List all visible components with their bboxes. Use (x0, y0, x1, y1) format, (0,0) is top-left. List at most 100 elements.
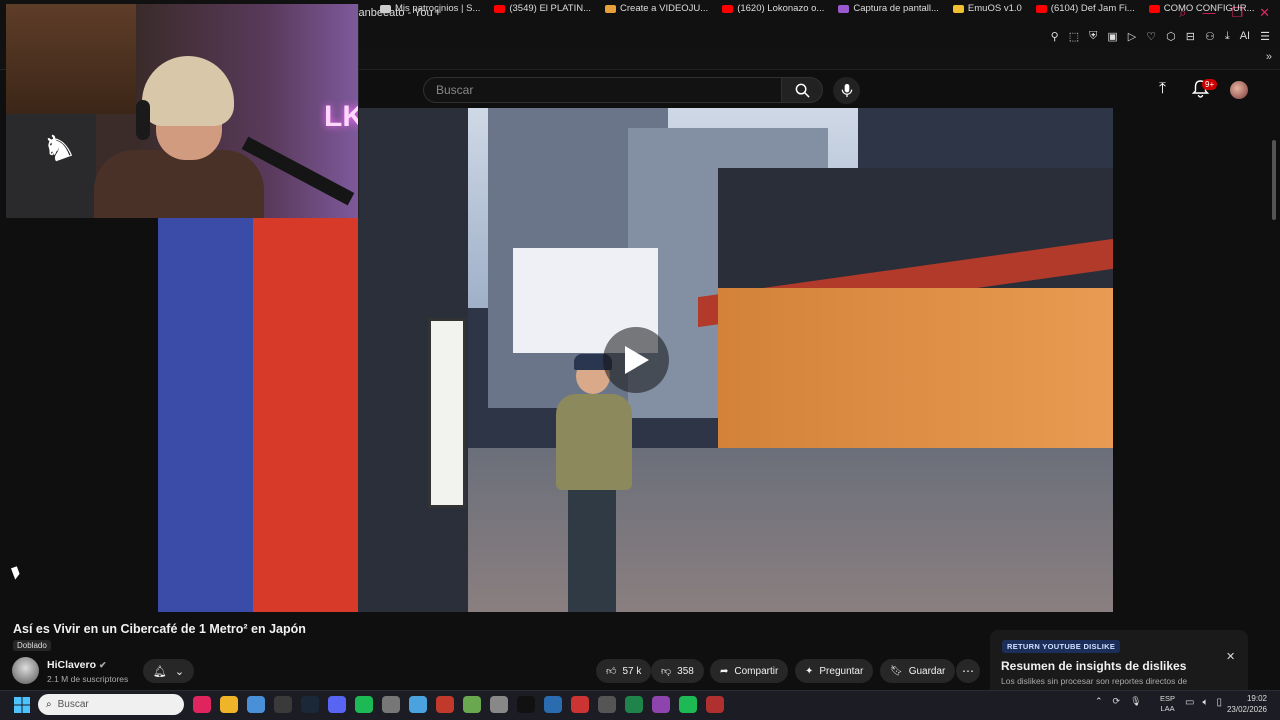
taskbar-app-icon[interactable] (355, 696, 373, 713)
screenshot-icon[interactable]: ⬚ (1069, 30, 1079, 43)
video-scene-wall (158, 218, 358, 612)
search-input[interactable]: Buscar (423, 77, 781, 103)
play-icon[interactable]: ▷ (1128, 30, 1136, 43)
bookmark-label: EmuOS v1.0 (967, 3, 1022, 14)
share-button[interactable]: ➦ Compartir (710, 659, 789, 683)
bookmarks-overflow-icon[interactable]: » (1266, 51, 1272, 63)
thumbs-down-icon: 👎︎ (661, 666, 672, 677)
subscription-bell-button[interactable]: 🔔︎ ⌄ (143, 659, 194, 683)
bookmark-favicon-icon (952, 4, 964, 13)
bookmark-label: (6104) Def Jam Fi... (1050, 3, 1135, 14)
shield-icon[interactable]: ⛨ (1089, 30, 1097, 43)
system-status[interactable]: ▭ 🔈︎ ▯ (1185, 697, 1222, 708)
voice-search-button[interactable] (833, 77, 860, 104)
sparkle-icon: ✦ (805, 665, 814, 677)
windows-start-icon[interactable] (14, 697, 30, 718)
taskbar-app-icon[interactable] (274, 696, 292, 713)
taskbar-app-icon[interactable] (193, 696, 211, 713)
bookmark-favicon-icon (1148, 4, 1160, 13)
taskbar-app-icon[interactable] (625, 696, 643, 713)
more-actions-icon[interactable]: ⋯ (956, 659, 980, 683)
play-icon (625, 346, 649, 374)
chevron-down-icon: ⌄ (174, 665, 185, 678)
bookmark-favicon-icon (838, 4, 850, 13)
bookmark-item[interactable]: Mis patrocinios | S... (380, 3, 480, 14)
heart-icon[interactable]: ♡ (1146, 30, 1156, 43)
taskbar-app-icon[interactable] (706, 696, 724, 713)
webcam-person-shirt (94, 150, 264, 218)
taskbar-app-icon[interactable] (220, 696, 238, 713)
like-button[interactable]: 👍︎ 57 k (596, 659, 652, 683)
save-button[interactable]: 🔖︎ Guardar (880, 659, 956, 683)
bookmark-icon: 🔖︎ (890, 665, 903, 677)
return-dislike-text: Los dislikes sin procesar son reportes d… (1001, 676, 1188, 686)
channel-avatar[interactable] (12, 657, 39, 684)
taskbar-clock[interactable]: 19:02 23/02/2026 (1225, 693, 1267, 715)
taskbar-app-icon[interactable] (409, 696, 427, 713)
bookmark-label: Mis patrocinios | S... (395, 3, 481, 14)
bookmark-item[interactable]: COMO CONFIGUR... (1148, 3, 1255, 14)
return-dislike-tag: RETURN YOUTUBE DISLIKE (1002, 640, 1121, 653)
account-avatar[interactable] (1230, 81, 1248, 99)
extensions-icon[interactable]: ⬡ (1166, 30, 1176, 43)
screen: juanbeeato - YouT + ⌕ — ❐ ✕ ⚲ ⬚ ⛨ ▣ ▷ ♡ … (0, 0, 1280, 720)
subscriber-count: 2.1 M de suscriptores (47, 674, 129, 684)
taskbar-app-icon[interactable] (571, 696, 589, 713)
search-button[interactable] (781, 77, 823, 103)
taskbar-app-icon[interactable] (463, 696, 481, 713)
box-icon[interactable]: ▣ (1107, 30, 1117, 43)
close-icon[interactable]: ✕ (1226, 650, 1235, 663)
taskbar-app-icon[interactable] (247, 696, 265, 713)
wallet-icon[interactable]: ⊟ (1186, 30, 1195, 43)
headphones-icon (136, 100, 150, 140)
taskbar-app-icon[interactable] (652, 696, 670, 713)
channel-name[interactable]: HiClavero ✔ (47, 659, 107, 671)
pin-icon[interactable]: ⚲ (1051, 30, 1059, 43)
taskbar-app-icon[interactable] (544, 696, 562, 713)
bookmark-item[interactable]: (3549) El PLATIN... (494, 3, 591, 14)
sync-icon[interactable]: ⟳ (1113, 696, 1121, 707)
taskbar-app-icon[interactable] (517, 696, 535, 713)
ask-button[interactable]: ✦ Preguntar (795, 659, 874, 683)
bookmark-item[interactable]: Create a VIDEOJU... (605, 3, 708, 14)
profile-icon[interactable]: ⚇ (1205, 30, 1215, 43)
mouse-cursor-icon (11, 566, 21, 580)
taskbar-search-input[interactable]: ⌕ Buscar (38, 694, 184, 715)
upload-icon[interactable]: ⤒ (1159, 80, 1166, 98)
neon-sign: LKZ (324, 100, 358, 133)
taskbar-app-icon[interactable] (598, 696, 616, 713)
video-scene-person (538, 354, 648, 612)
taskbar-app-icon[interactable] (490, 696, 508, 713)
bookmark-label: (1620) Lokonazo o... (737, 3, 825, 14)
bell-icon: 🔔︎ (152, 665, 167, 678)
close-icon[interactable]: ✕ (1259, 5, 1270, 21)
bookmark-label: Captura de pantall... (853, 3, 939, 14)
taskbar-app-icon[interactable] (679, 696, 697, 713)
webcam-shelf (6, 4, 136, 114)
taskbar-app-icon[interactable] (301, 696, 319, 713)
taskbar-app-icon[interactable] (436, 696, 454, 713)
page-scrollbar[interactable] (1272, 140, 1276, 220)
bookmark-label: COMO CONFIGUR... (1163, 3, 1255, 14)
webcam-overlay: ♞ LKZ (6, 4, 359, 218)
bookmark-item[interactable]: EmuOS v1.0 (952, 3, 1022, 14)
play-button[interactable] (603, 327, 669, 393)
taskbar-app-icon[interactable] (328, 696, 346, 713)
search-icon (795, 83, 810, 98)
taskbar-app-icon[interactable] (382, 696, 400, 713)
video-scene-sign (428, 318, 466, 508)
language-indicator[interactable]: ESP LAA (1160, 694, 1175, 714)
bookmark-item[interactable]: (1620) Lokonazo o... (722, 3, 824, 14)
ai-button[interactable]: AI (1240, 30, 1250, 43)
bookmark-item[interactable]: Captura de pantall... (838, 3, 939, 14)
network-icon: ▭ (1185, 697, 1195, 708)
bookmark-label: Create a VIDEOJU... (620, 3, 709, 14)
chevron-up-icon[interactable]: ⌃ (1095, 696, 1103, 707)
microphone-icon[interactable]: 🎙︎ (1130, 696, 1141, 707)
bookmark-favicon-icon (1035, 4, 1047, 13)
download-icon[interactable]: ⤓ (1225, 30, 1230, 43)
menu-icon[interactable]: ☰ (1260, 30, 1270, 43)
bookmark-favicon-icon (722, 4, 734, 13)
bookmark-item[interactable]: (6104) Def Jam Fi... (1035, 3, 1135, 14)
dislike-button[interactable]: 👎︎ 358 (651, 659, 704, 683)
